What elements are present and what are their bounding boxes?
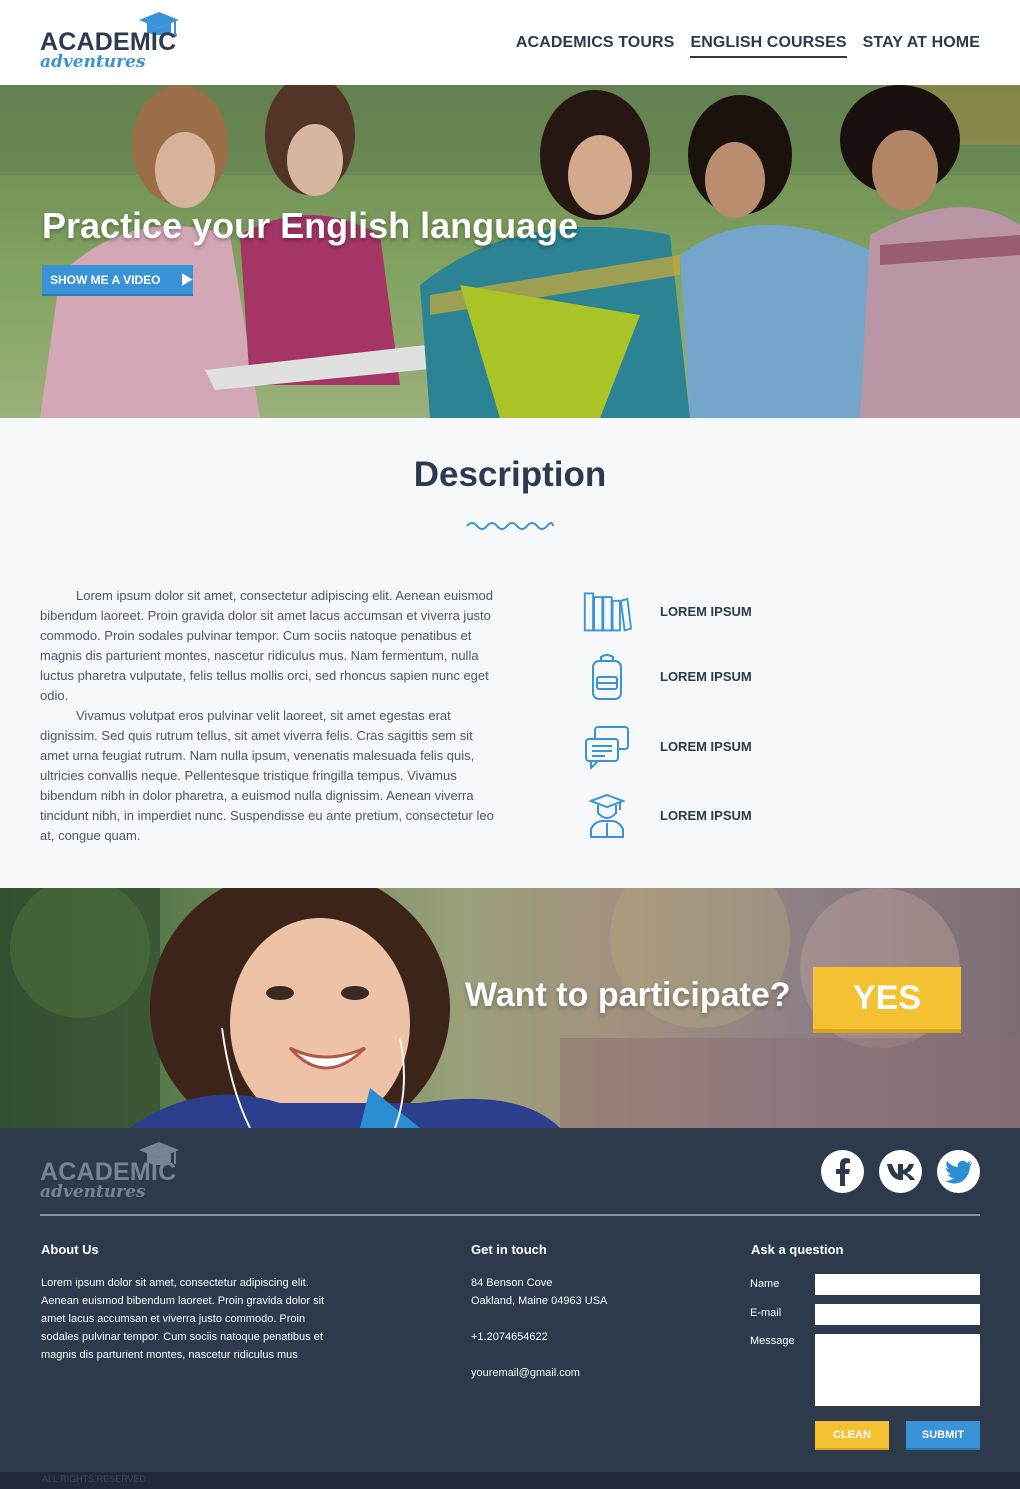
feature-item: LOREM IPSUM — [582, 586, 752, 636]
hero-title: Practice your English language — [42, 205, 579, 246]
clean-button[interactable]: CLEAN — [815, 1421, 889, 1448]
chat-icon — [582, 722, 632, 772]
yes-button[interactable]: YES — [813, 967, 961, 1029]
email-address[interactable]: youremail@gmail.com — [471, 1364, 607, 1382]
about-title: About Us — [41, 1242, 99, 1257]
facebook-icon — [835, 1157, 850, 1186]
footer-logo-sub-text: adventures — [40, 1182, 146, 1202]
description-paragraph: Lorem ipsum dolor sit amet, consectetur … — [40, 588, 493, 703]
email-field[interactable] — [815, 1304, 980, 1325]
feature-item: LOREM IPSUM — [582, 791, 752, 841]
vk-icon — [886, 1163, 915, 1180]
feature-label: LOREM IPSUM — [660, 739, 752, 754]
graduate-icon — [582, 791, 632, 841]
contact-title: Get in touch — [471, 1242, 547, 1257]
feature-label: LOREM IPSUM — [660, 604, 752, 619]
description-title: Description — [413, 455, 607, 494]
copyright-bar: ALL RIGHTS RESERVED — [0, 1472, 1020, 1489]
about-text: Lorem ipsum dolor sit amet, consectetur … — [41, 1277, 325, 1361]
wave-divider-icon — [466, 522, 554, 530]
logo-sub-text: adventures — [40, 52, 146, 72]
twitter-icon — [944, 1160, 972, 1184]
phone-number: +1.2074654622 — [471, 1331, 548, 1343]
email-label: E-mail — [750, 1307, 782, 1319]
feature-item: LOREM IPSUM — [582, 652, 752, 702]
description-text: Lorem ipsum dolor sit amet, consectetur … — [40, 586, 504, 846]
participate-question: Want to participate? — [465, 976, 791, 1014]
address-line: Oakland, Maine 04963 USA — [471, 1295, 608, 1307]
message-label: Message — [750, 1335, 795, 1347]
footer-logo[interactable]: ACADEMIC adventures — [40, 1140, 190, 1204]
feature-label: LOREM IPSUM — [660, 669, 752, 684]
facebook-button[interactable] — [821, 1150, 864, 1193]
form-title: Ask a question — [751, 1242, 844, 1257]
nav-academics-tours[interactable]: ACADEMICS TOURS — [516, 34, 675, 58]
main-nav: ACADEMICS TOURS ENGLISH COURSES STAY AT … — [516, 34, 980, 58]
address-line: 84 Benson Cove — [471, 1277, 553, 1289]
twitter-button[interactable] — [937, 1150, 980, 1193]
show-video-button[interactable]: SHOW ME A VIDEO — [42, 265, 193, 294]
contact-info: 84 Benson Cove Oakland, Maine 04963 USA … — [471, 1274, 607, 1382]
feature-item: LOREM IPSUM — [582, 722, 752, 772]
books-icon — [582, 586, 632, 636]
name-label: Name — [750, 1278, 780, 1290]
nav-english-courses[interactable]: ENGLISH COURSES — [690, 34, 847, 58]
name-field[interactable] — [815, 1274, 980, 1295]
footer-divider — [40, 1214, 980, 1216]
show-video-label: SHOW ME A VIDEO — [50, 272, 161, 287]
backpack-icon — [582, 652, 632, 702]
description-paragraph: Vivamus volutpat eros pulvinar velit lao… — [40, 708, 494, 843]
submit-button[interactable]: SUBMIT — [906, 1421, 980, 1448]
message-field[interactable] — [815, 1334, 980, 1406]
play-icon — [182, 273, 193, 286]
site-header: ACADEMIC adventures ACADEMICS TOURS ENGL… — [0, 0, 1020, 85]
feature-label: LOREM IPSUM — [660, 808, 752, 823]
hero-banner: Practice your English language SHOW ME A… — [0, 85, 1020, 418]
nav-stay-at-home[interactable]: STAY AT HOME — [863, 34, 980, 58]
hero-students-photo — [0, 85, 1020, 418]
site-footer: ACADEMIC adventures About Us Lorem ipsum… — [0, 1128, 1020, 1489]
social-links — [821, 1150, 980, 1193]
participate-banner: Want to participate? YES — [0, 888, 1020, 1128]
vk-button[interactable] — [879, 1150, 922, 1193]
site-logo[interactable]: ACADEMIC adventures — [40, 10, 190, 74]
copyright-text: ALL RIGHTS RESERVED — [42, 1474, 147, 1484]
